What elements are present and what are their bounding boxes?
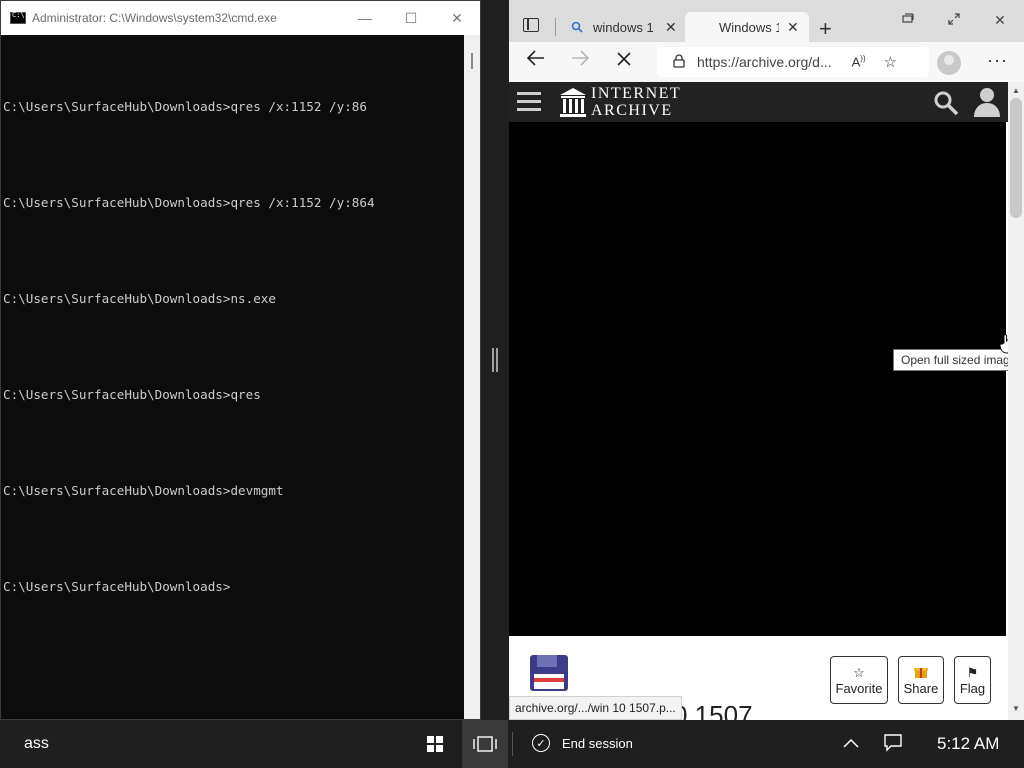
archive-logo-text[interactable]: INTERNET ARCHIVE: [591, 85, 681, 119]
page-scrollbar[interactable]: ▲ ▼: [1008, 82, 1024, 720]
cmd-line: C:\Users\SurfaceHub\Downloads>qres /x:11…: [3, 99, 367, 114]
task-view-icon: [473, 736, 497, 752]
search-icon: [569, 19, 585, 35]
new-tab-button[interactable]: +: [819, 16, 832, 42]
more-options-icon[interactable]: ···: [987, 50, 1008, 71]
end-session-button[interactable]: ✓ End session: [532, 734, 633, 752]
tab-bar: windows 10 ✕ Windows 10 ✕ + ✕: [509, 0, 1024, 42]
cmd-scrollbar[interactable]: [464, 35, 480, 719]
search-icon[interactable]: [933, 90, 959, 121]
url-text: https://archive.org/d...: [697, 54, 832, 70]
flag-label: Flag: [959, 680, 986, 696]
check-circle-icon: ✓: [532, 734, 550, 752]
flag-button[interactable]: ⚑ Flag: [954, 656, 991, 704]
tab-separator: [555, 18, 556, 36]
floppy-disk-icon: [529, 654, 569, 692]
taskbar-separator: [512, 732, 513, 756]
webpage: INTERNET ARCHIVE Open full sized image 0…: [509, 82, 1008, 720]
hand-cursor-icon: [999, 334, 1008, 359]
end-session-label: End session: [562, 735, 633, 751]
cmd-window-title: Administrator: C:\Windows\system32\cmd.e…: [32, 11, 277, 25]
read-aloud-icon[interactable]: A)): [852, 54, 866, 69]
snap-divider[interactable]: [481, 0, 509, 720]
restore-icon[interactable]: [885, 12, 931, 28]
link-status-bar: archive.org/.../win 10 1507.p...: [509, 696, 682, 720]
cmd-line: C:\Users\SurfaceHub\Downloads>devmgmt: [3, 483, 284, 498]
user-icon[interactable]: [973, 86, 1001, 123]
flag-icon: ⚑: [966, 664, 979, 680]
logo-line-1: INTERNET: [591, 85, 682, 102]
notification-icon[interactable]: [884, 734, 902, 757]
image-viewer[interactable]: [509, 122, 1006, 636]
task-view-button[interactable]: [462, 720, 508, 768]
maximize-button[interactable]: ☐: [388, 1, 434, 35]
favorite-label: Favorite: [835, 680, 883, 696]
share-label: Share: [903, 680, 939, 696]
address-bar[interactable]: https://archive.org/d... A)) ☆: [657, 47, 929, 77]
forward-arrow-icon[interactable]: [571, 50, 590, 71]
close-button[interactable]: ✕: [434, 1, 480, 35]
clock[interactable]: 5:12 AM: [937, 734, 999, 754]
profile-avatar[interactable]: [937, 51, 961, 75]
cmd-window[interactable]: Administrator: C:\Windows\system32\cmd.e…: [0, 0, 481, 720]
windows-start-icon[interactable]: [427, 736, 443, 757]
share-button[interactable]: Share: [898, 656, 944, 704]
cmd-line: C:\Users\SurfaceHub\Downloads>qres /x:11…: [3, 195, 375, 210]
stop-loading-icon[interactable]: [617, 50, 631, 71]
favorite-button[interactable]: ☆ Favorite: [830, 656, 888, 704]
tooltip: Open full sized image: [893, 349, 1008, 371]
lock-icon[interactable]: [673, 53, 685, 71]
cmd-line: C:\Users\SurfaceHub\Downloads>qres: [3, 387, 261, 402]
chevron-up-icon[interactable]: [843, 732, 859, 753]
tab-label: windows 10: [593, 19, 653, 35]
browser-toolbar: https://archive.org/d... A)) ☆ ···: [509, 42, 1024, 82]
archive-header: INTERNET ARCHIVE: [509, 82, 1008, 122]
tab-actions-icon[interactable]: [523, 18, 539, 32]
gift-icon: [914, 665, 928, 681]
menu-icon[interactable]: [517, 92, 541, 112]
browser-window[interactable]: windows 10 ✕ Windows 10 ✕ + ✕: [509, 0, 1024, 720]
cmd-app-icon: [10, 11, 26, 24]
star-icon: ☆: [853, 664, 865, 680]
snap-divider-handle[interactable]: [492, 348, 498, 372]
close-icon[interactable]: ✕: [787, 19, 799, 36]
expand-icon[interactable]: [931, 12, 977, 28]
minimize-button[interactable]: —: [342, 1, 388, 35]
back-arrow-icon[interactable]: [526, 50, 545, 71]
tab-search[interactable]: windows 10 ✕: [563, 12, 681, 42]
cmd-line: C:\Users\SurfaceHub\Downloads>ns.exe: [3, 291, 276, 306]
browser-close-button[interactable]: ✕: [977, 12, 1023, 29]
scroll-up-icon[interactable]: ▲: [1012, 86, 1020, 95]
tab-active[interactable]: Windows 10 ✕: [685, 12, 809, 42]
item-title-partial: 0 1507: [673, 700, 753, 720]
tab-label: Windows 10: [719, 19, 779, 35]
cmd-scrollbar-thumb[interactable]: [471, 53, 473, 69]
close-icon[interactable]: ✕: [665, 19, 677, 36]
scroll-down-icon[interactable]: ▼: [1012, 704, 1020, 713]
session-user-name: ass: [24, 735, 49, 752]
taskbar: ass ✓ End session 5:12 AM: [0, 720, 1024, 768]
cmd-console[interactable]: C:\Users\SurfaceHub\Downloads>qres /x:11…: [1, 35, 464, 719]
cmd-titlebar[interactable]: Administrator: C:\Windows\system32\cmd.e…: [1, 1, 480, 35]
add-favorite-icon[interactable]: ☆: [884, 53, 897, 71]
cmd-prompt-line: C:\Users\SurfaceHub\Downloads>: [3, 579, 231, 594]
desktop: Administrator: C:\Windows\system32\cmd.e…: [0, 0, 1024, 720]
archive-logo-icon[interactable]: [559, 86, 587, 118]
logo-line-2: ARCHIVE: [591, 102, 673, 119]
page-scrollbar-thumb[interactable]: [1010, 98, 1022, 218]
